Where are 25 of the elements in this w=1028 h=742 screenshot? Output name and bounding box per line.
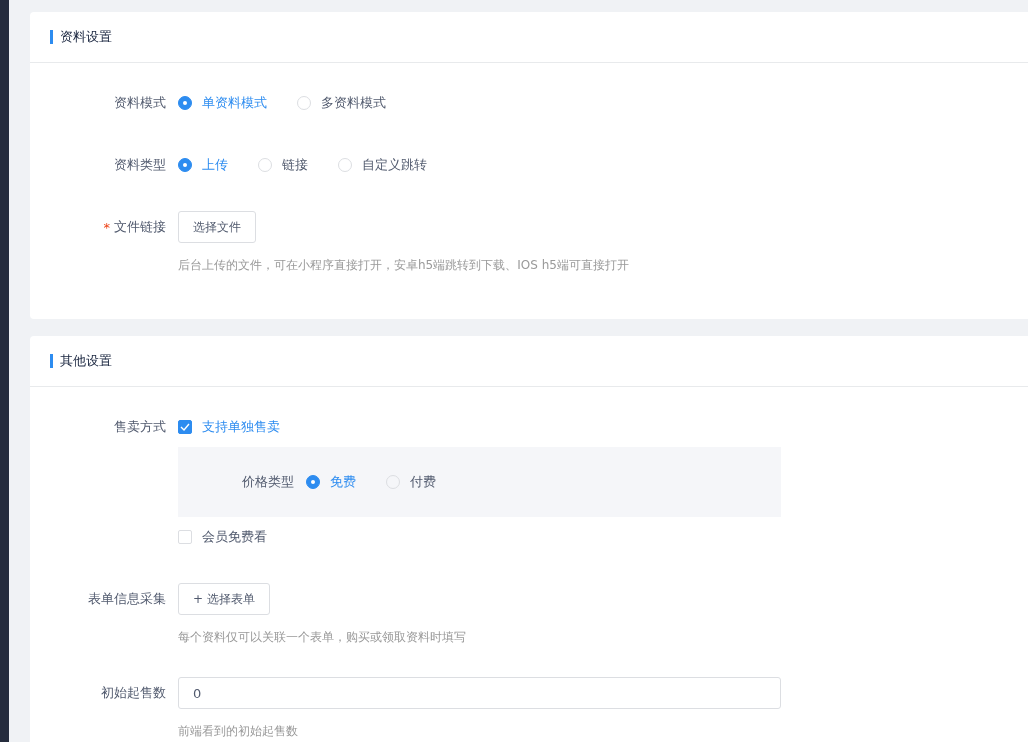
field-label: 文件链接	[114, 218, 166, 236]
select-button[interactable]: 选择文件	[178, 211, 256, 243]
field-label: 初始起售数	[101, 684, 166, 702]
field-label: 资料类型	[114, 156, 166, 174]
radio-option[interactable]: 付费	[386, 473, 436, 491]
section-title: 其他设置	[50, 354, 112, 368]
radio-option[interactable]: 上传	[178, 156, 228, 174]
field-hint: 后台上传的文件，可在小程序直接打开，安卓h5端跳转到下载、IOS h5端可直接打开	[178, 257, 630, 274]
field-label: 售卖方式	[114, 418, 166, 436]
checkbox-option[interactable]: 支持单独售卖	[178, 418, 280, 436]
field-hint: 每个资料仅可以关联一个表单，购买或领取资料时填写	[178, 629, 467, 646]
check-icon	[180, 423, 190, 431]
field-hint: 前端看到的初始起售数	[178, 723, 299, 740]
radio-option[interactable]: 链接	[258, 156, 308, 174]
required-mark: *	[103, 219, 110, 235]
field-label: 资料模式	[114, 94, 166, 112]
radio-option[interactable]: 单资料模式	[178, 94, 267, 112]
field-label: 表单信息采集	[88, 590, 166, 608]
input-field[interactable]: 0	[178, 677, 781, 709]
section-title: 资料设置	[50, 30, 112, 44]
radio-option[interactable]: 自定义跳转	[338, 156, 427, 174]
checkbox-option[interactable]: 会员免费看	[178, 528, 267, 546]
field-label: 价格类型	[242, 474, 294, 489]
select-button[interactable]: + 选择表单	[178, 583, 270, 615]
radio-option[interactable]: 多资料模式	[297, 94, 386, 112]
